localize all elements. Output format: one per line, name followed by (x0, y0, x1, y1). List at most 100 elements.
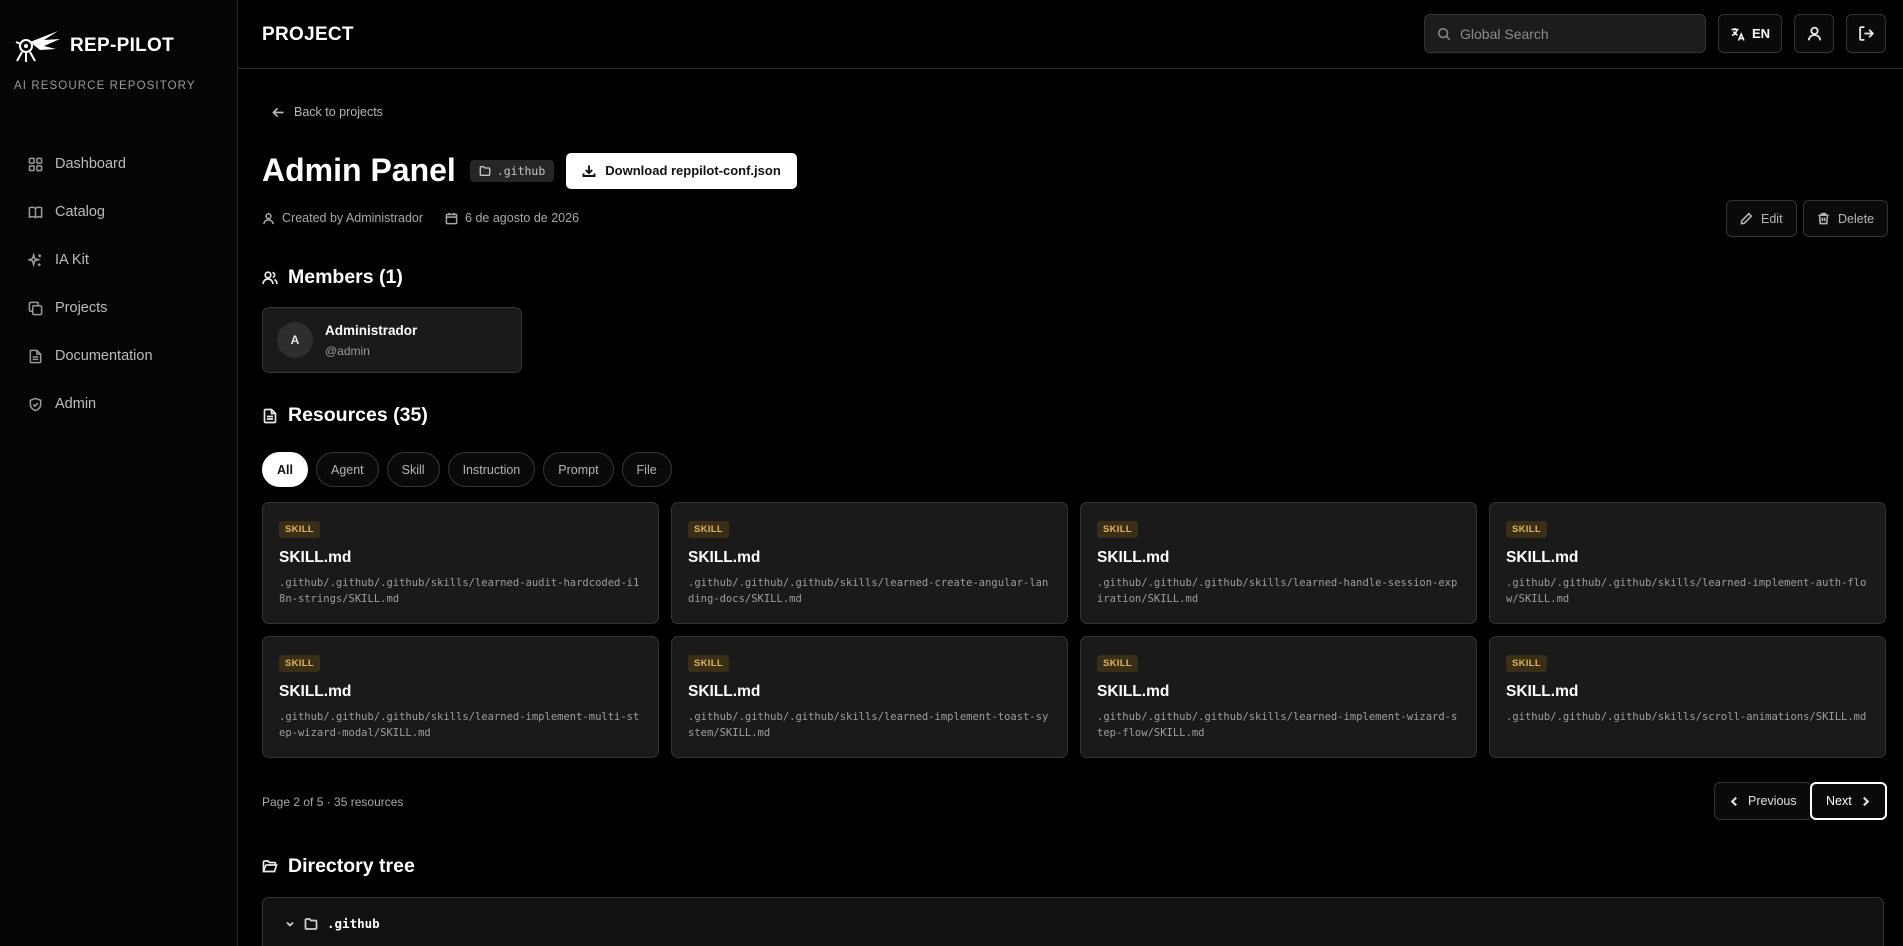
back-to-projects-link[interactable]: Back to projects (272, 105, 383, 119)
folder-open-icon (262, 859, 278, 872)
sidebar-item-dashboard[interactable]: Dashboard (0, 140, 237, 188)
resource-card[interactable]: SKILL SKILL.md .github/.github/.github/s… (262, 636, 659, 758)
filter-prompt[interactable]: Prompt (543, 452, 614, 487)
pagination-info: Page 2 of 5 · 35 resources (262, 795, 404, 809)
download-config-button[interactable]: Download reppilot-conf.json (566, 152, 797, 189)
sidebar-item-ia-kit[interactable]: IA Kit (0, 236, 237, 284)
download-button-label: Download reppilot-conf.json (605, 163, 781, 178)
delete-label: Delete (1838, 211, 1875, 226)
resource-path: .github/.github/.github/skills/learned-i… (1506, 577, 1867, 605)
brand[interactable]: REP-PILOT (14, 28, 174, 64)
resource-title: SKILL.md (688, 549, 761, 566)
resource-path: .github/.github/.github/skills/learned-a… (279, 577, 640, 605)
previous-page-button[interactable]: Previous (1714, 782, 1812, 820)
resource-path: .github/.github/.github/skills/learned-c… (688, 577, 1049, 605)
resource-card[interactable]: SKILL SKILL.md .github/.github/.github/s… (1080, 636, 1477, 758)
chevron-left-icon (1730, 796, 1737, 806)
sidebar-item-label: Admin (55, 396, 97, 412)
project-path-chip: .github (469, 159, 555, 182)
member-name: Administrador (325, 322, 418, 338)
type-badge: SKILL (1097, 521, 1138, 538)
resource-card[interactable]: SKILL SKILL.md .github/.github/.github/s… (1489, 502, 1886, 624)
back-link-label: Back to projects (294, 105, 383, 119)
member-info: Administrador @admin (325, 323, 417, 358)
resource-card[interactable]: SKILL SKILL.md .github/.github/.github/s… (671, 636, 1068, 758)
app-root: REP-PILOT AI RESOURCE REPOSITORY Dashboa… (0, 0, 1903, 946)
type-badge: SKILL (1506, 655, 1547, 672)
sidebar-item-projects[interactable]: Projects (0, 284, 237, 332)
logout-button[interactable] (1846, 14, 1886, 53)
sidebar-item-documentation[interactable]: Documentation (0, 332, 237, 380)
grid-icon (28, 157, 43, 171)
previous-label: Previous (1748, 794, 1797, 808)
filter-all[interactable]: All (262, 452, 308, 487)
logout-icon (1858, 26, 1874, 41)
type-badge: SKILL (1097, 655, 1138, 672)
edit-button[interactable]: Edit (1726, 200, 1797, 237)
filter-agent[interactable]: Agent (315, 452, 379, 487)
next-label: Next (1826, 794, 1852, 808)
filter-skill[interactable]: Skill (386, 452, 440, 487)
filter-file[interactable]: File (621, 452, 672, 487)
directory-tree-heading: Directory tree (262, 855, 415, 878)
chevron-down-icon (286, 921, 294, 927)
user-icon (263, 212, 274, 224)
resource-filters: All Agent Skill Instruction Prompt File (262, 452, 672, 487)
resource-title: SKILL.md (279, 683, 352, 700)
search-icon (1437, 27, 1451, 40)
resource-card[interactable]: SKILL SKILL.md .github/.github/.github/s… (671, 502, 1068, 624)
file-text-icon (263, 408, 277, 423)
sidebar-nav: Dashboard Catalog IA Kit Projects Docume… (0, 140, 237, 428)
created-date-label: 6 de agosto de 2026 (465, 211, 580, 225)
sidebar-item-admin[interactable]: Admin (0, 380, 237, 428)
project-title: Admin Panel (262, 152, 456, 188)
next-page-button[interactable]: Next (1810, 782, 1887, 820)
winged-logo-icon (15, 31, 60, 62)
sidebar-item-label: Documentation (55, 348, 153, 364)
pencil-icon (1740, 212, 1753, 225)
language-button[interactable]: EN (1718, 14, 1782, 53)
resource-path: .github/.github/.github/skills/learned-h… (1097, 577, 1458, 605)
resource-path: .github/.github/.github/skills/scroll-an… (1506, 711, 1867, 723)
sidebar-item-label: IA Kit (55, 252, 89, 268)
global-search[interactable] (1424, 14, 1706, 53)
type-badge: SKILL (688, 655, 729, 672)
translate-icon (1731, 27, 1745, 41)
avatar: A (277, 322, 313, 358)
arrow-left-icon (272, 107, 284, 117)
tree-node-root[interactable]: .github (285, 916, 380, 931)
page-heading: PROJECT (262, 24, 354, 45)
users-icon (262, 270, 278, 284)
type-badge: SKILL (279, 655, 320, 672)
resource-path: .github/.github/.github/skills/learned-i… (688, 711, 1049, 739)
filter-instruction[interactable]: Instruction (447, 452, 536, 487)
resource-path: .github/.github/.github/skills/learned-i… (279, 711, 640, 739)
sidebar-item-catalog[interactable]: Catalog (0, 188, 237, 236)
shield-icon (29, 397, 42, 411)
resource-title: SKILL.md (1097, 549, 1170, 566)
type-badge: SKILL (1506, 521, 1547, 538)
member-handle: @admin (325, 343, 370, 358)
search-input[interactable] (1460, 25, 1690, 42)
resource-title: SKILL.md (1506, 683, 1579, 700)
directory-tree-label: Directory tree (288, 855, 415, 877)
sparkles-icon (28, 252, 42, 267)
resource-card[interactable]: SKILL SKILL.md .github/.github/.github/s… (1080, 502, 1477, 624)
project-path: .github (496, 163, 546, 178)
brand-subtitle: AI RESOURCE REPOSITORY (14, 80, 196, 92)
resource-title: SKILL.md (279, 549, 352, 566)
resource-title: SKILL.md (1097, 683, 1170, 700)
member-card[interactable]: A Administrador @admin (262, 307, 522, 373)
calendar-icon (445, 212, 458, 224)
profile-button[interactable] (1794, 14, 1834, 53)
resource-card[interactable]: SKILL SKILL.md .github/.github/.github/s… (1489, 636, 1886, 758)
created-by-label: Created by Administrador (282, 211, 424, 225)
delete-button[interactable]: Delete (1803, 200, 1889, 237)
members-heading-label: Members (1) (288, 266, 403, 288)
edit-label: Edit (1761, 211, 1783, 226)
created-date: 6 de agosto de 2026 (445, 211, 579, 225)
project-title-row: Admin Panel .github Download reppilot-co… (262, 152, 797, 189)
brand-name: REP-PILOT (70, 35, 175, 56)
resource-card[interactable]: SKILL SKILL.md .github/.github/.github/s… (262, 502, 659, 624)
type-badge: SKILL (688, 521, 729, 538)
